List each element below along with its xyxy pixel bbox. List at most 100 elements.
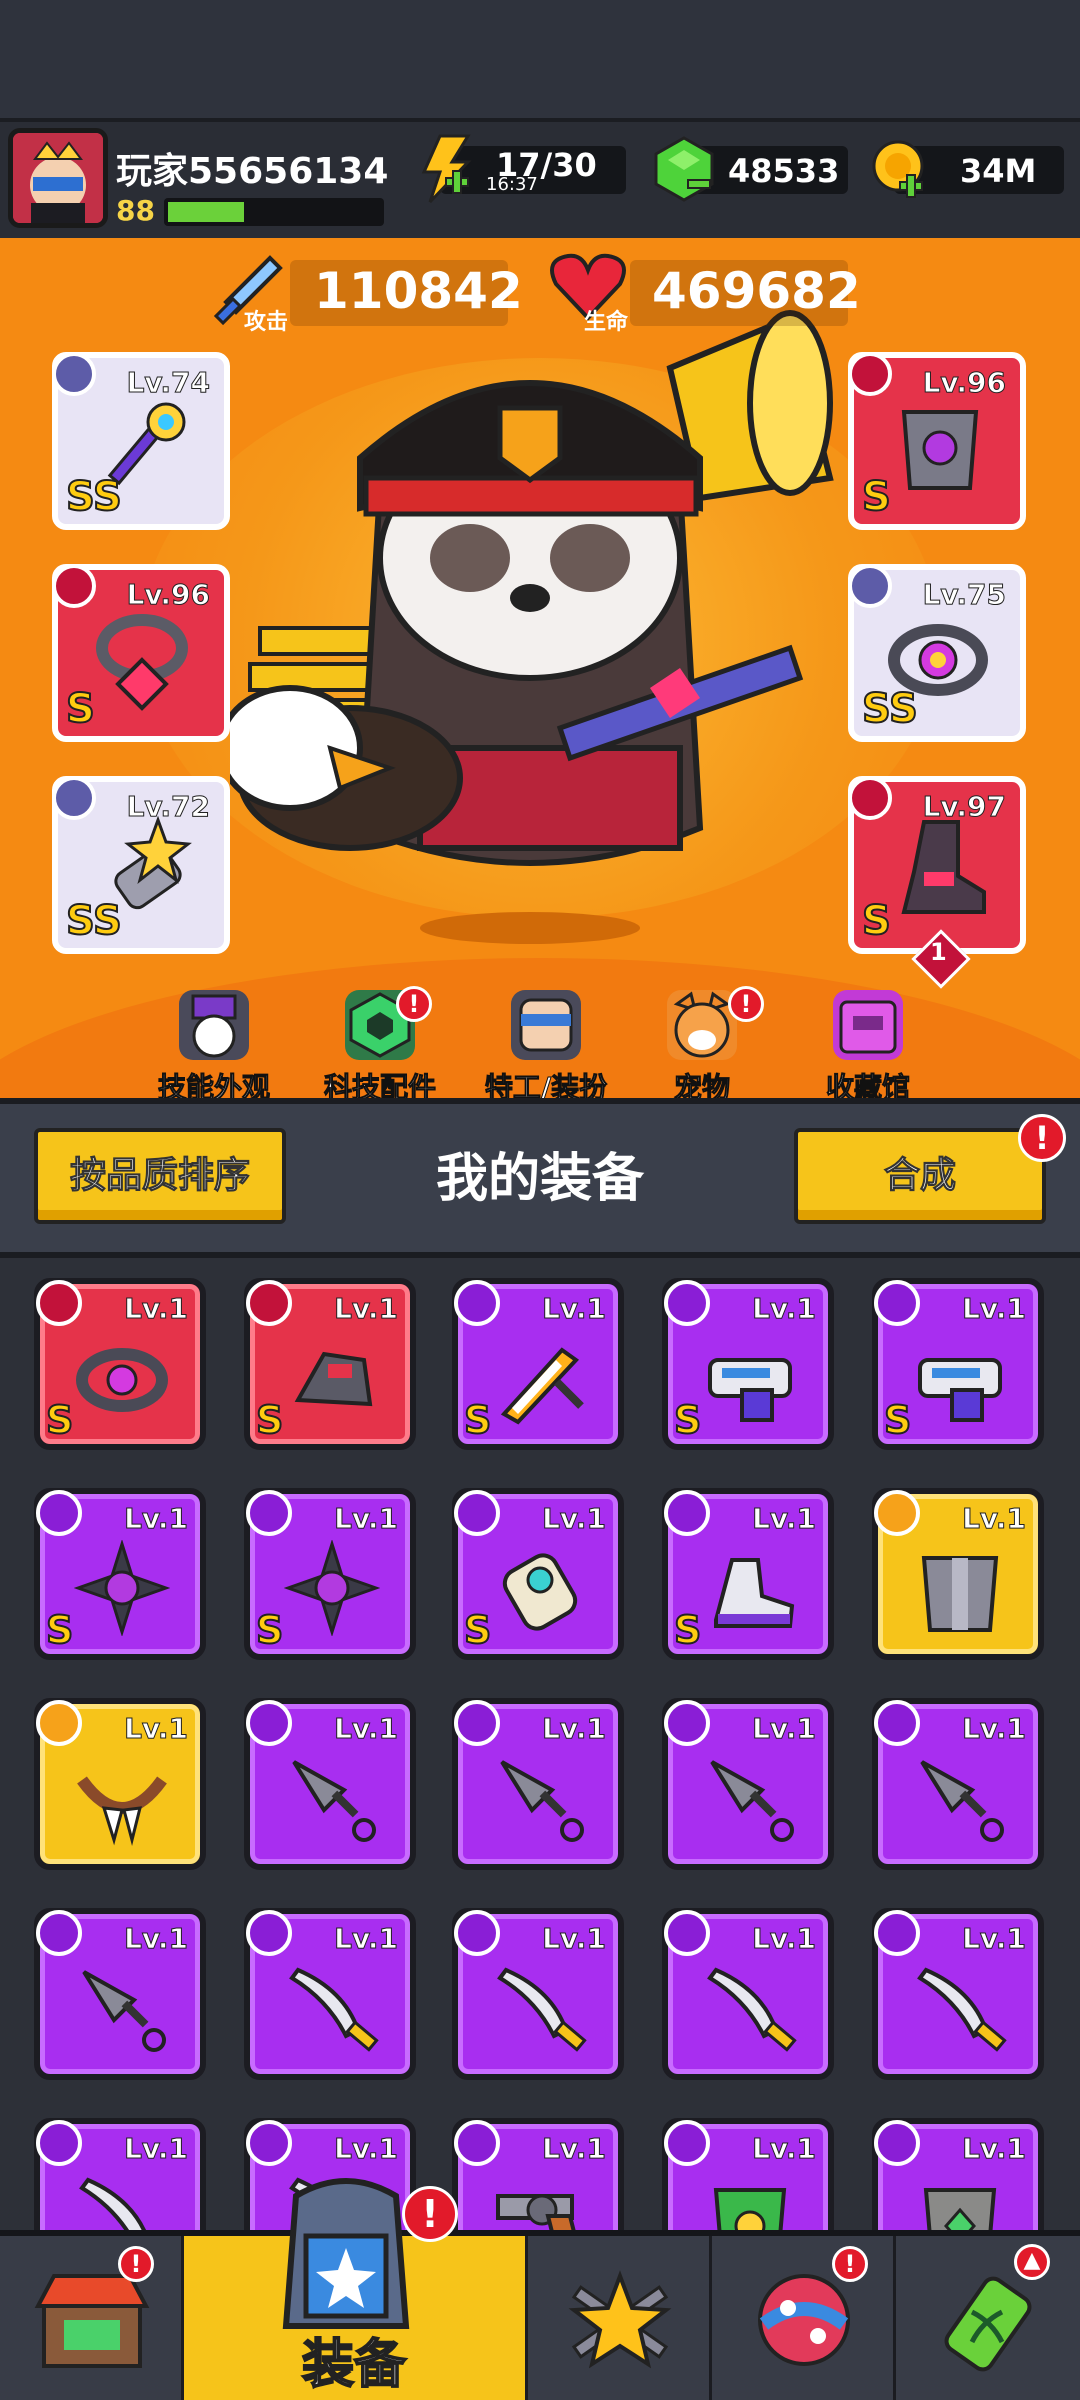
equipped-glove-slot[interactable]: Lv.72 SS (52, 776, 230, 954)
inventory-item[interactable]: Lv.1 (34, 1698, 206, 1870)
inventory-item[interactable]: Lv.1 (872, 1488, 1044, 1660)
equipped-necklace-slot[interactable]: Lv.96 S (52, 564, 230, 742)
machete-icon (289, 1967, 379, 2052)
menu-agent-costume[interactable]: 特工/装扮 (466, 990, 626, 1106)
inventory-item[interactable]: Lv.1 (872, 1908, 1044, 2080)
steel-armor-icon (921, 1556, 999, 1632)
spiked-orb-icon (284, 1540, 380, 1636)
kunai-icon (710, 1760, 794, 1842)
item-level: Lv.1 (962, 1292, 1027, 1326)
inventory-item[interactable]: Lv.1 S (662, 1278, 834, 1450)
inventory-item[interactable]: Lv.1 S (452, 1278, 624, 1450)
inventory-item[interactable]: Lv.1 (244, 1908, 416, 2080)
inventory-item[interactable]: Lv.1 (662, 2118, 834, 2230)
stone-armor-icon (923, 2188, 997, 2230)
hero-character-icon[interactable] (230, 308, 850, 948)
item-level: Lv.1 (752, 2132, 817, 2166)
rank-badge: SS (65, 473, 123, 521)
energy-timer: 16:37 (486, 174, 538, 195)
armor-slot-icon (874, 2120, 920, 2166)
player-level: 88 (116, 194, 155, 227)
inventory-item[interactable]: Lv.1 (452, 1698, 624, 1870)
equipped-weapon-slot[interactable]: Lv.74 SS (52, 352, 230, 530)
weapon-slot-icon (246, 2120, 292, 2166)
collection-icon (833, 990, 903, 1060)
equipped-ring-slot[interactable]: Lv.75 SS (848, 564, 1026, 742)
rank-badge: S (861, 473, 892, 521)
tab-heroes[interactable] (528, 2236, 712, 2400)
merge-alert-badge: ! (1018, 1114, 1066, 1162)
inventory-item[interactable]: Lv.1 S (662, 1488, 834, 1660)
star-count: 1 (930, 938, 947, 966)
weapon-slot-icon (454, 1700, 500, 1746)
inventory-item[interactable]: Lv.1 S (244, 1278, 416, 1450)
rank-badge: S (883, 1397, 912, 1443)
machete-icon (497, 1967, 587, 2052)
health-value: 469682 (652, 262, 861, 320)
tab-shop[interactable]: ! (0, 2236, 184, 2400)
weapon-slot-icon (454, 1910, 500, 1956)
sort-by-quality-button[interactable]: 按品质排序 (34, 1128, 286, 1224)
tab-label: 装备 (301, 2334, 407, 2396)
menu-skill-skin[interactable]: 技能外观 (134, 990, 294, 1106)
inventory-item[interactable]: Lv.1 (34, 1908, 206, 2080)
top-strip (0, 0, 1080, 118)
blaster-gun-icon (918, 1358, 1002, 1422)
agent-costume-icon (511, 990, 581, 1060)
plate-armor-icon (901, 410, 979, 490)
armor-slot-icon (664, 2120, 710, 2166)
health-label: 生命 (584, 310, 629, 335)
rank-badge: S (463, 1607, 492, 1653)
inventory-item[interactable]: Lv.1 (34, 2118, 206, 2230)
inventory-item[interactable]: Lv.1 S (34, 1278, 206, 1450)
menu-pet[interactable]: 宠物 ! (622, 986, 782, 1106)
rank-badge: S (45, 1607, 74, 1653)
inventory-item[interactable]: Lv.1 (244, 1698, 416, 1870)
kunai-icon (292, 1760, 376, 1842)
inventory-item[interactable]: Lv.1 S (452, 1488, 624, 1660)
armor-slot-icon (848, 352, 892, 396)
lightning-icon (418, 134, 474, 208)
kunai-icon (82, 1970, 166, 2052)
tab-evolve[interactable]: ▲ (896, 2236, 1080, 2400)
rank-badge: S (255, 1397, 284, 1443)
item-level: Lv.1 (334, 2132, 399, 2166)
inventory-item[interactable]: Lv.1 (872, 1698, 1044, 1870)
item-level: Lv.1 (542, 1922, 607, 1956)
item-level: Lv.1 (752, 1922, 817, 1956)
item-level: Lv.1 (334, 1922, 399, 1956)
star-swords-icon (568, 2270, 672, 2369)
gem-value: 48533 (728, 152, 840, 190)
inventory-item[interactable]: Lv.1 (452, 1908, 624, 2080)
spiked-orb-icon (74, 1540, 170, 1636)
inventory-item[interactable]: Lv.1 (872, 2118, 1044, 2230)
equipped-armor-slot[interactable]: Lv.96 S (848, 352, 1026, 530)
menu-collection[interactable]: 收藏馆 (788, 990, 948, 1106)
pet-icon (667, 990, 737, 1060)
inventory-item[interactable]: Lv.1 S (244, 1488, 416, 1660)
gold-coin-icon (870, 138, 930, 206)
tab-equipment[interactable]: 装备 ! (184, 2178, 528, 2400)
equipped-boot-slot[interactable]: Lv.97 S 1 (848, 776, 1026, 989)
inventory-item[interactable]: Lv.1 S (872, 1278, 1044, 1450)
armor-slot-icon (874, 1490, 920, 1536)
necklace-slot-icon (52, 564, 96, 608)
weapon-slot-icon (454, 1280, 500, 1326)
blaster-gun-icon (708, 1358, 792, 1422)
player-avatar[interactable] (8, 128, 108, 228)
merge-button[interactable]: 合成 (794, 1128, 1046, 1224)
weapon-slot-icon (246, 1490, 292, 1536)
inventory-item[interactable]: Lv.1 (452, 2118, 624, 2230)
tab-world[interactable]: ! (712, 2236, 896, 2400)
attack-label: 攻击 (244, 310, 289, 335)
inventory-item[interactable]: Lv.1 (662, 1698, 834, 1870)
menu-tech-part[interactable]: 科技配件 ! (300, 986, 460, 1106)
glove-slot-icon (454, 1490, 500, 1536)
inventory-item[interactable]: Lv.1 S (34, 1488, 206, 1660)
green-gem-icon (652, 136, 716, 208)
inventory-item[interactable]: Lv.1 (662, 1908, 834, 2080)
rank-badge: S (463, 1397, 492, 1443)
flame-sword-icon (500, 1347, 584, 1425)
rank-badge: S (255, 1607, 284, 1653)
glove-slot-icon (246, 1280, 292, 1326)
